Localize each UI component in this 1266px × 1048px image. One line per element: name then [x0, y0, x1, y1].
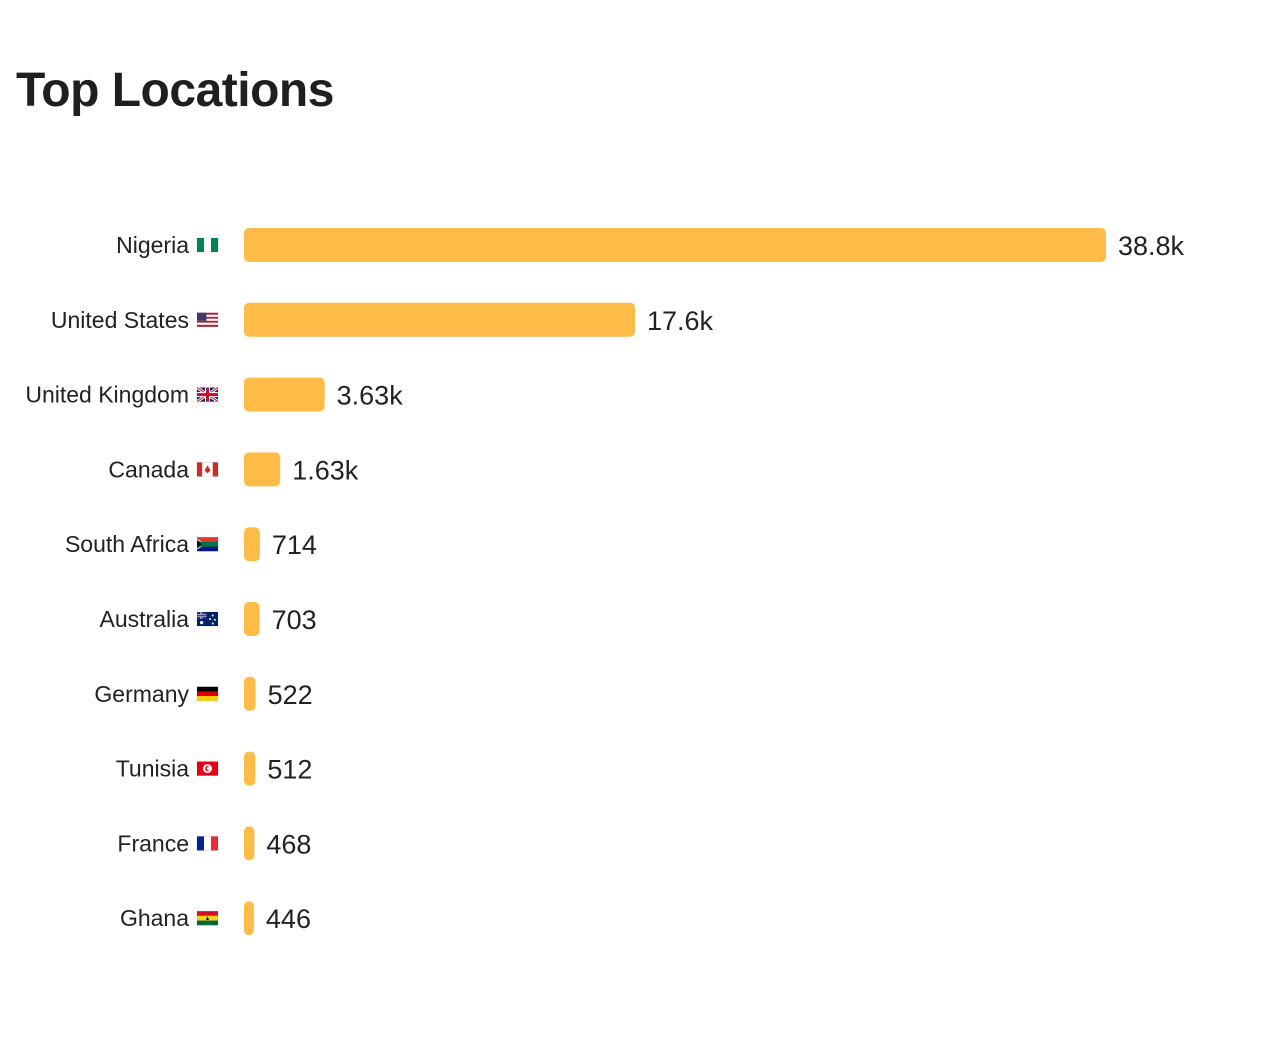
flag-ng-icon: [196, 237, 219, 253]
value-label: 522: [268, 680, 313, 710]
bar-south-africa: [244, 527, 260, 562]
category-label: Canada: [108, 456, 189, 482]
category-labels: Nigeria United States United Kingdom Canada…: [25, 232, 189, 931]
top-locations-bar-chart: Nigeria United States United Kingdom Canada…: [25, 228, 1185, 936]
bar-france: [244, 826, 255, 861]
flag-tn-icon: [196, 761, 219, 776]
value-label: 512: [267, 755, 312, 785]
value-label: 17.6k: [647, 306, 714, 336]
value-label: 38.8k: [1118, 231, 1185, 261]
value-label: 446: [266, 904, 311, 934]
flag-de-icon: [196, 686, 219, 702]
bar-ghana: [244, 901, 254, 936]
flag-fr-icon: [196, 836, 219, 851]
category-label: Australia: [100, 606, 190, 632]
flag-ca-icon: [196, 462, 219, 477]
bar-australia: [244, 602, 260, 636]
category-label: South Africa: [65, 531, 189, 557]
bar-germany: [244, 676, 256, 711]
bar-united-states: [244, 302, 636, 337]
value-label: 468: [266, 829, 311, 859]
value-label: 3.63k: [337, 381, 404, 411]
flag-us-icon: [196, 312, 219, 328]
flag-au-icon: [196, 611, 219, 627]
flag-za-icon: [196, 536, 219, 552]
bar-nigeria: [244, 228, 1106, 262]
category-label: Tunisia: [116, 756, 189, 782]
bar-united-kingdom: [244, 377, 325, 412]
value-label: 714: [272, 530, 317, 560]
category-label: Germany: [94, 681, 189, 707]
flag-icons: [196, 237, 219, 926]
value-label: 1.63k: [292, 455, 359, 485]
bar-tunisia: [244, 751, 256, 786]
bar-canada: [244, 452, 281, 487]
category-label: Ghana: [120, 905, 189, 931]
value-label: 703: [272, 605, 317, 635]
flag-gb-icon: [196, 386, 219, 403]
category-label: France: [117, 830, 189, 856]
category-label: Nigeria: [116, 232, 189, 258]
category-label: United States: [51, 307, 189, 333]
flag-gh-icon: [196, 910, 219, 926]
category-label: United Kingdom: [25, 382, 189, 408]
